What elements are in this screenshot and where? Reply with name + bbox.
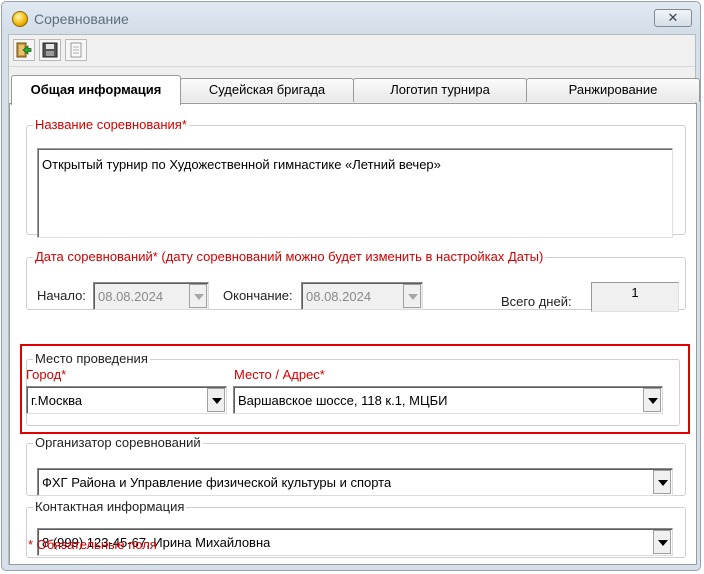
chevron-down-icon [189, 284, 207, 308]
save-icon [42, 42, 58, 58]
end-date-value: 08.08.2024 [306, 289, 372, 304]
close-button[interactable]: ✕ [654, 9, 692, 27]
start-date-picker[interactable]: 08.08.2024 [93, 282, 209, 310]
close-icon: ✕ [667, 10, 679, 25]
save-button[interactable] [39, 39, 61, 61]
tab-strip: Общая информация Судейская бригада Логот… [9, 75, 700, 105]
start-date-label: Начало: [37, 288, 86, 303]
organizer-group: Организатор соревнований ФХГ Района и Уп… [26, 436, 686, 496]
title-bar: Соревнование ✕ [2, 2, 700, 34]
chevron-down-icon [653, 470, 671, 494]
tab-general-info[interactable]: Общая информация [11, 75, 181, 105]
competition-name-group: Название соревнования* Открытый турнир п… [26, 117, 686, 238]
total-days-label: Всего дней: [501, 294, 572, 309]
organizer-value: ФХГ Района и Управление физической культ… [42, 475, 392, 490]
app-icon [12, 11, 28, 27]
toolbar [9, 35, 695, 67]
exit-icon [16, 42, 32, 58]
competition-window: Соревнование ✕ Общая информация Судейска… [1, 1, 701, 571]
end-date-label: Окончание: [223, 288, 293, 303]
window-title: Соревнование [34, 11, 129, 27]
end-date-picker[interactable]: 08.08.2024 [301, 282, 423, 310]
tab-judges[interactable]: Судейская бригада [180, 78, 354, 102]
contact-legend: Контактная информация [35, 499, 185, 514]
competition-name-legend: Название соревнования* [35, 117, 187, 132]
total-days-value: 1 [591, 282, 679, 312]
tab-ranking[interactable]: Ранжирование [526, 78, 700, 102]
document-icon [70, 42, 82, 58]
dates-group: Дата соревнований* (дату соревнований мо… [26, 249, 686, 312]
dates-legend: Дата соревнований* (дату соревнований мо… [35, 249, 544, 264]
competition-name-input[interactable]: Открытый турнир по Художественной гимнас… [37, 148, 673, 238]
required-fields-note: * Обязательные поля [28, 537, 157, 552]
venue-highlight-frame [20, 344, 690, 434]
start-date-value: 08.08.2024 [98, 289, 164, 304]
chevron-down-icon [403, 284, 421, 308]
exit-button[interactable] [13, 39, 35, 61]
client-area: Общая информация Судейская бригада Логот… [8, 34, 700, 565]
tab-logo[interactable]: Логотип турнира [353, 78, 527, 102]
chevron-down-icon [653, 530, 671, 554]
organizer-legend: Организатор соревнований [35, 435, 201, 450]
organizer-select[interactable]: ФХГ Района и Управление физической культ… [37, 468, 673, 496]
tab-page-general: Название соревнования* Открытый турнир п… [9, 103, 697, 565]
document-button[interactable] [65, 39, 87, 61]
